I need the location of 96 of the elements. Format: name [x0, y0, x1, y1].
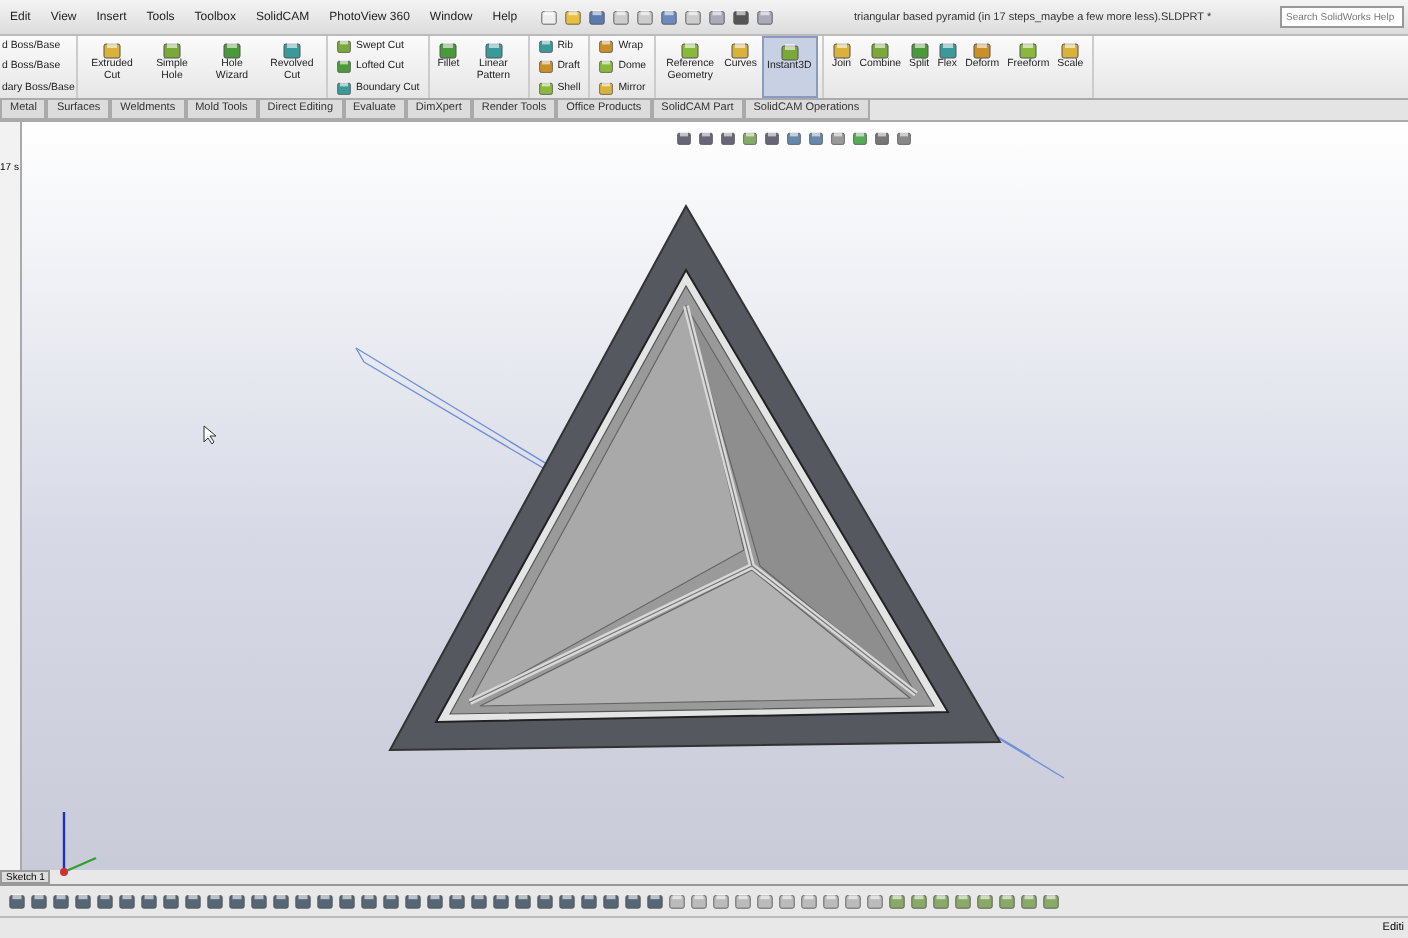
- view-tool-icon[interactable]: [830, 130, 846, 146]
- sketch-tool-icon[interactable]: [492, 892, 510, 910]
- toolbar-tool-icon[interactable]: [587, 8, 606, 26]
- feature-icon: [162, 40, 182, 60]
- sketch-tool-icon[interactable]: [910, 892, 928, 910]
- sketch-tool-icon[interactable]: [294, 892, 312, 910]
- view-tool-icon[interactable]: [742, 130, 758, 146]
- sketch-tool-icon[interactable]: [272, 892, 290, 910]
- sketch-tool-icon[interactable]: [668, 892, 686, 910]
- sketch-tool-icon[interactable]: [976, 892, 994, 910]
- sketch-tool-icon[interactable]: [382, 892, 400, 910]
- feature-icon: [282, 40, 302, 60]
- toolbar-tool-icon[interactable]: [659, 8, 678, 26]
- sketch-tool-icon[interactable]: [206, 892, 224, 910]
- axis-triad-icon: [60, 812, 97, 876]
- feature-icon: [598, 79, 615, 96]
- sketch-tool-icon[interactable]: [448, 892, 466, 910]
- sketch-tool-icon[interactable]: [998, 892, 1016, 910]
- feature-icon: [779, 42, 800, 62]
- view-tool-icon[interactable]: [698, 130, 714, 146]
- toolbar-tool-icon[interactable]: [731, 8, 750, 26]
- sketch-tool-icon[interactable]: [118, 892, 136, 910]
- sketch-tool-icon[interactable]: [30, 892, 48, 910]
- toolbar-tool-icon[interactable]: [563, 8, 582, 26]
- toolbar-tool-icon[interactable]: [611, 8, 630, 26]
- sketch-tool-icon[interactable]: [580, 892, 598, 910]
- sketch-tool-icon[interactable]: [932, 892, 950, 910]
- feature-icon: [937, 40, 958, 60]
- sketch-tool-icon[interactable]: [844, 892, 862, 910]
- feature-icon: [598, 58, 615, 75]
- sketch-tool-icon[interactable]: [558, 892, 576, 910]
- feature-icon: [1018, 40, 1039, 60]
- sketch-tool-icon[interactable]: [1042, 892, 1060, 910]
- feature-icon: [1060, 40, 1081, 60]
- sketch-tool-icon[interactable]: [360, 892, 378, 910]
- view-tool-icon[interactable]: [720, 130, 736, 146]
- sketch-tool-icon[interactable]: [778, 892, 796, 910]
- view-tool-icon[interactable]: [764, 130, 780, 146]
- view-tool-icon[interactable]: [786, 130, 802, 146]
- sketch-tool-icon[interactable]: [338, 892, 356, 910]
- sketch-tool-icon[interactable]: [316, 892, 334, 910]
- sketch-tool-icon[interactable]: [8, 892, 26, 910]
- view-tool-icon[interactable]: [874, 130, 890, 146]
- sketch-tool-icon[interactable]: [470, 892, 488, 910]
- sketch-tool-icon[interactable]: [228, 892, 246, 910]
- view-tool-icon[interactable]: [896, 130, 912, 146]
- feature-icon: [598, 38, 615, 55]
- toolbar-tool-icon[interactable]: [707, 8, 726, 26]
- toolbar-tool-icon[interactable]: [539, 8, 558, 26]
- feature-icon: [336, 79, 352, 96]
- cursor-icon: [203, 425, 217, 445]
- sketch-tool-icon[interactable]: [712, 892, 730, 910]
- view-tool-icon[interactable]: [852, 130, 868, 146]
- sketch-tool-icon[interactable]: [426, 892, 444, 910]
- toolbar-tool-icon[interactable]: [635, 8, 654, 26]
- sketch-tool-icon[interactable]: [888, 892, 906, 910]
- feature-icon: [870, 40, 891, 60]
- feature-icon: [972, 40, 993, 60]
- toolbar-tool-icon[interactable]: [683, 8, 702, 26]
- view-tool-icon[interactable]: [676, 130, 692, 146]
- sketch-tool-icon[interactable]: [140, 892, 158, 910]
- feature-icon: [222, 40, 242, 60]
- sketch-tool-icon[interactable]: [536, 892, 554, 910]
- sketch-tool-icon[interactable]: [624, 892, 642, 910]
- feature-icon: [680, 40, 701, 60]
- sketch-tool-icon[interactable]: [184, 892, 202, 910]
- sketch-tool-icon[interactable]: [162, 892, 180, 910]
- feature-icon: [537, 38, 554, 55]
- feature-icon: [102, 40, 122, 60]
- feature-icon: [537, 58, 554, 75]
- sketch-tool-icon[interactable]: [404, 892, 422, 910]
- feature-icon: [336, 58, 352, 75]
- feature-icon: [831, 40, 852, 60]
- feature-icon: [909, 40, 930, 60]
- sketch-tool-icon[interactable]: [690, 892, 708, 910]
- sketch-tool-icon[interactable]: [866, 892, 884, 910]
- sketch-tool-icon[interactable]: [822, 892, 840, 910]
- sketch-tool-icon[interactable]: [800, 892, 818, 910]
- feature-icon: [336, 38, 352, 55]
- sketch-tool-icon[interactable]: [1020, 892, 1038, 910]
- feature-icon: [537, 79, 554, 96]
- sketch-tool-icon[interactable]: [756, 892, 774, 910]
- sketch-tool-icon[interactable]: [646, 892, 664, 910]
- view-tool-icon[interactable]: [808, 130, 824, 146]
- feature-icon: [730, 40, 751, 60]
- sketch-tool-icon[interactable]: [602, 892, 620, 910]
- sketch-tool-icon[interactable]: [954, 892, 972, 910]
- sketch-tool-icon[interactable]: [250, 892, 268, 910]
- sketch-tool-icon[interactable]: [734, 892, 752, 910]
- sketch-tool-icon[interactable]: [514, 892, 532, 910]
- toolbar-tool-icon[interactable]: [755, 8, 774, 26]
- sketch-tool-icon[interactable]: [96, 892, 114, 910]
- sketch-tool-icon[interactable]: [52, 892, 70, 910]
- sketch-tool-icon[interactable]: [74, 892, 92, 910]
- feature-icon: [438, 40, 459, 60]
- feature-icon: [483, 40, 504, 60]
